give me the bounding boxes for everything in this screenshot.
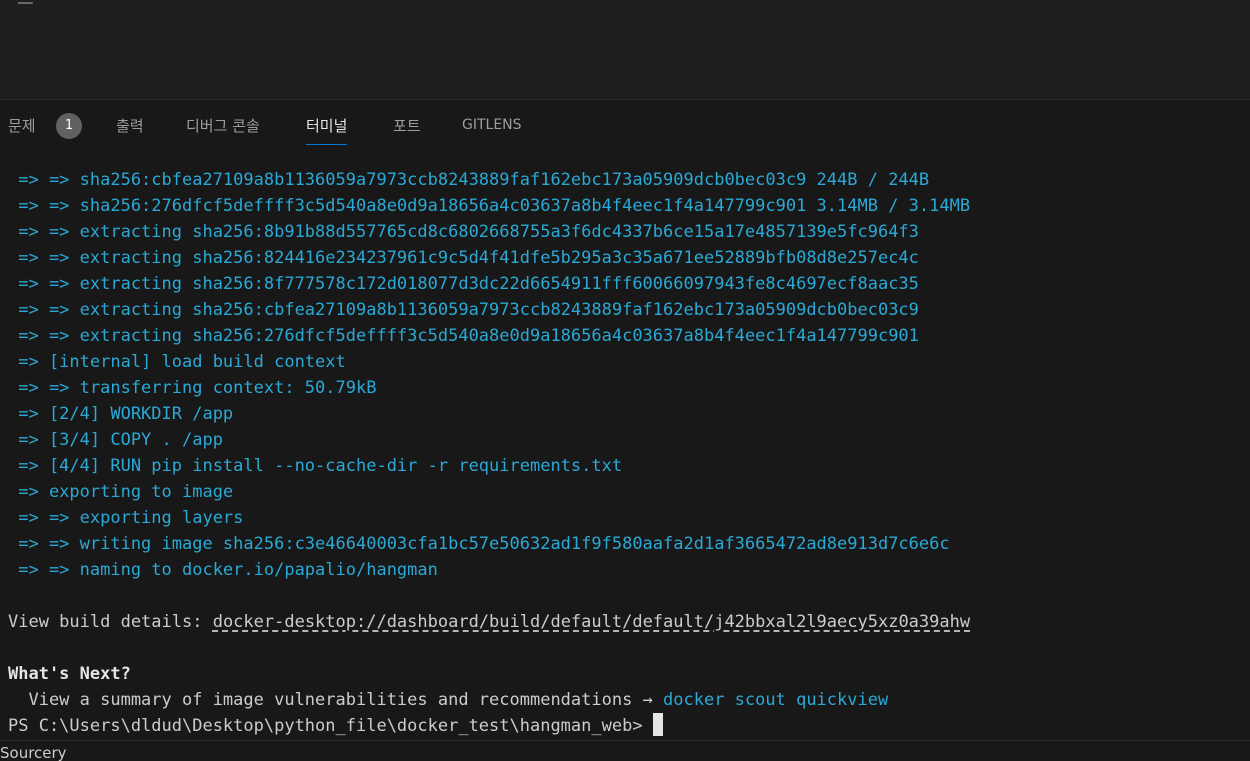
panel-tab-bar: 문제 1 출력 디버그 콘솔 터미널 포트 GITLENS: [0, 100, 1250, 148]
build-details-label: View build details:: [8, 612, 213, 632]
scout-command: docker scout quickview: [663, 690, 889, 710]
scout-hint-text: View a summary of image vulnerabilities …: [8, 690, 664, 710]
build-details-line: View build details: docker-desktop://das…: [8, 609, 970, 635]
terminal[interactable]: => => sha256:cbfea27109a8b1136059a7973cc…: [0, 148, 1250, 740]
terminal-line: => [4/4] RUN pip install --no-cache-dir …: [8, 456, 623, 476]
terminal-cursor: [652, 713, 663, 736]
tab-problems-label: 문제: [8, 117, 36, 135]
tab-gitlens-label: GITLENS: [462, 117, 522, 133]
tab-problems[interactable]: 문제: [8, 115, 36, 145]
prompt-line[interactable]: PS C:\Users\dldud\Desktop\python_file\do…: [8, 713, 663, 739]
terminal-line: => => exporting layers: [8, 508, 244, 528]
terminal-line: => exporting to image: [8, 482, 234, 502]
tab-debug-console-label: 디버그 콘솔: [186, 117, 260, 135]
tab-ports[interactable]: 포트: [393, 115, 421, 145]
prompt-text: PS C:\Users\dldud\Desktop\python_file\do…: [8, 716, 653, 736]
tab-terminal-label: 터미널: [306, 117, 348, 135]
problems-count-badge: 1: [56, 113, 82, 139]
tab-terminal[interactable]: 터미널: [306, 115, 348, 145]
build-details-link[interactable]: docker-desktop://dashboard/build/default…: [213, 612, 970, 632]
tab-gitlens[interactable]: GITLENS: [462, 117, 522, 147]
tab-debug-console[interactable]: 디버그 콘솔: [186, 115, 260, 145]
terminal-line: => => extracting sha256:8b91b88d557765cd…: [8, 222, 919, 242]
terminal-line: => => naming to docker.io/papalio/hangma…: [8, 560, 438, 580]
terminal-line: => => transferring context: 50.79kB: [8, 378, 377, 398]
terminal-line: => => writing image sha256:c3e46640003cf…: [8, 534, 950, 554]
terminal-line: => [internal] load build context: [8, 352, 346, 372]
terminal-line: => => extracting sha256:cbfea27109a8b113…: [8, 300, 919, 320]
tab-output[interactable]: 출력: [116, 115, 144, 145]
editor-area: ▁▁: [0, 0, 1250, 99]
tab-ports-label: 포트: [393, 117, 421, 135]
terminal-line: => => extracting sha256:824416e234237961…: [8, 248, 919, 268]
terminal-line: => [2/4] WORKDIR /app: [8, 404, 234, 424]
terminal-line: => => sha256:276dfcf5deffff3c5d540a8e0d9…: [8, 196, 971, 216]
tab-output-label: 출력: [116, 117, 144, 135]
terminal-line: => => extracting sha256:8f777578c172d018…: [8, 274, 919, 294]
terminal-line: => => extracting sha256:276dfcf5deffff3c…: [8, 326, 919, 346]
terminal-line: => => sha256:cbfea27109a8b1136059a7973cc…: [8, 170, 930, 190]
scout-hint-line: View a summary of image vulnerabilities …: [8, 687, 888, 713]
whats-next-heading: What's Next?: [8, 664, 131, 684]
status-sourcery[interactable]: Sourcery: [0, 744, 67, 761]
terminal-line: => [3/4] COPY . /app: [8, 430, 223, 450]
editor-line-icon: ▁▁: [18, 0, 40, 4]
status-bar: Sourcery: [0, 740, 1250, 761]
